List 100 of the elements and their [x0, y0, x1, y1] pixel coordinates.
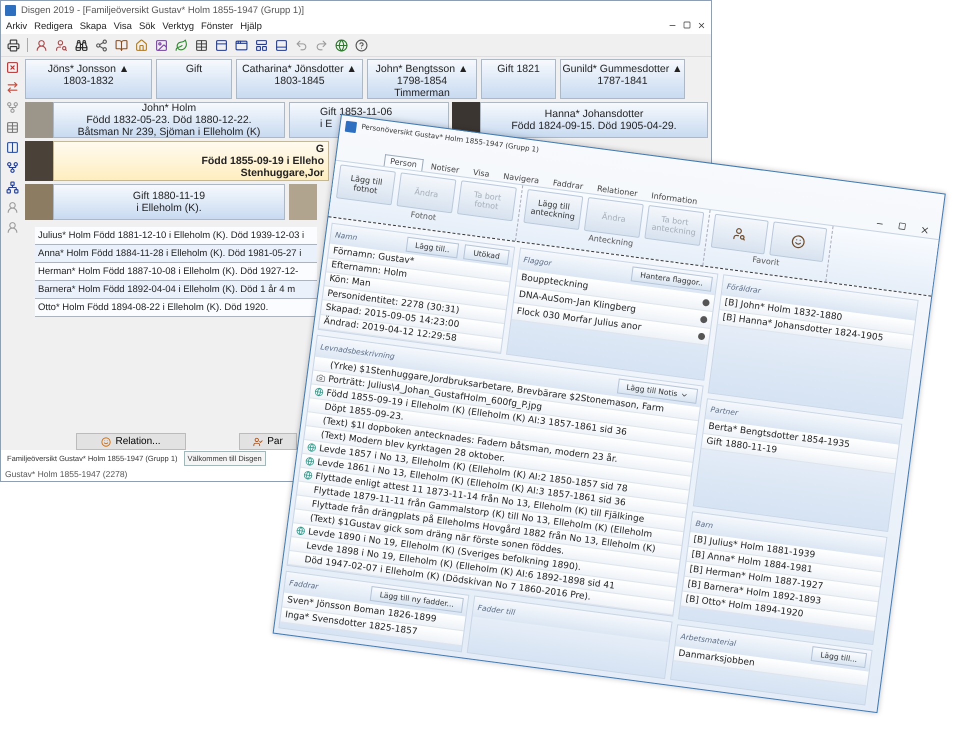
- ribbon-tab[interactable]: Visa: [466, 165, 496, 181]
- home-icon[interactable]: [135, 38, 148, 52]
- app-icon: [344, 120, 358, 134]
- menu-item[interactable]: Sök: [138, 21, 156, 32]
- window-icon[interactable]: [235, 38, 248, 52]
- binoculars-icon[interactable]: [75, 38, 88, 52]
- person-text: Gift 1821: [497, 63, 540, 75]
- mother-card[interactable]: Hanna* Johansdotter Född 1824-09-15. Död 1905-04-29.: [480, 102, 708, 138]
- grandparent-card[interactable]: Gift: [156, 59, 232, 99]
- menu-item[interactable]: Skapa: [80, 21, 107, 32]
- person-text: Gift: [186, 63, 202, 75]
- person-icon: [253, 436, 264, 446]
- picture-icon[interactable]: [155, 38, 168, 52]
- help-icon[interactable]: [355, 38, 368, 52]
- camera-icon: [316, 373, 326, 384]
- layout-icon[interactable]: [255, 38, 268, 52]
- child-entry[interactable]: Barnera* Holm Född 1892-04-04 i Elleholm (K). Död 1 år 4 m: [35, 281, 317, 299]
- photo-placeholder: [25, 102, 53, 138]
- ribbon-button[interactable]: Lägg till fotnot: [336, 164, 396, 206]
- person-text: Stenhuggare,Jor: [240, 167, 324, 179]
- person-text: Född 1824-09-15. Död 1905-04-29.: [511, 120, 677, 132]
- maximize-icon[interactable]: [898, 221, 907, 230]
- person-search-icon[interactable]: [55, 38, 68, 52]
- person-text: Gift 1880-11-19: [132, 190, 206, 202]
- close-icon[interactable]: [697, 21, 706, 30]
- menu-item[interactable]: Fönster: [201, 21, 234, 32]
- printer-icon[interactable]: [7, 38, 20, 52]
- ribbon-button[interactable]: Lägg till anteckning: [523, 189, 584, 230]
- globe-icon: [314, 386, 324, 398]
- person-text: 1798-1854: [396, 75, 448, 87]
- face-icon: [101, 436, 112, 446]
- person-text: John* Holm: [142, 102, 196, 114]
- share-icon[interactable]: [95, 38, 108, 52]
- grid-icon[interactable]: [6, 121, 18, 134]
- menu-item[interactable]: Arkiv: [6, 21, 28, 32]
- group-label: Favorit: [752, 255, 780, 268]
- menu-item[interactable]: Redigera: [34, 21, 73, 32]
- child-entry[interactable]: Julius* Holm Född 1881-12-10 i Elleholm (K). Död 1939-12-03 i: [35, 227, 317, 245]
- columns-icon[interactable]: [6, 141, 18, 154]
- menu-item[interactable]: Verktyg: [162, 21, 194, 32]
- globe-icon: [304, 456, 315, 466]
- globe-icon: [306, 442, 317, 453]
- network-icon[interactable]: [6, 181, 18, 194]
- grandparent-card[interactable]: Jöns* Jonsson ▲ 1803-1832: [25, 59, 152, 99]
- photo-placeholder: [25, 184, 53, 220]
- swap-icon[interactable]: [6, 81, 18, 94]
- child-entry[interactable]: Herman* Holm Född 1887-10-08 i Elleholm (K). Död 1927-12-: [35, 263, 317, 281]
- person-text: Jöns* Jonsson ▲: [48, 63, 130, 75]
- layout-icon[interactable]: [275, 38, 288, 52]
- grandparent-card[interactable]: Catharina* Jönsdotter ▲ 1803-1845: [236, 59, 363, 99]
- relation-button[interactable]: Par: [239, 433, 297, 450]
- grandparent-card[interactable]: Gunild* Gummesdotter ▲ 1787-1841: [560, 59, 685, 99]
- child-entry[interactable]: Otto* Holm Född 1894-08-22 i Elleholm (K). Död 1920.: [35, 299, 317, 317]
- person-text: 1803-1845: [274, 75, 325, 87]
- dot-icon: [700, 315, 708, 324]
- ribbon-tab[interactable]: Person: [384, 154, 424, 172]
- person-text: G: [316, 143, 324, 155]
- photo-placeholder: [289, 184, 317, 220]
- person-text: John* Bengtsson ▲: [376, 63, 468, 75]
- restore-icon[interactable]: [683, 21, 691, 29]
- person-text: Gunild* Gummesdotter ▲: [562, 63, 683, 75]
- marriage-card[interactable]: Gift 1880-11-19 i Elleholm (K).: [53, 184, 285, 220]
- book-icon[interactable]: [115, 38, 128, 52]
- person-text: i E: [320, 118, 332, 130]
- father-card[interactable]: John* Holm Född 1832-05-23. Död 1880-12-22. Båtsman Nr 239, Sjöman i Elleholm (K): [53, 102, 285, 138]
- globe-icon: [296, 526, 306, 536]
- main-person-card[interactable]: G Född 1855-09-19 i Elleho Stenhuggare,Jor: [53, 141, 329, 181]
- globe-icon[interactable]: [335, 38, 348, 52]
- child-entry[interactable]: Anna* Holm Född 1884-11-28 i Elleholm (K). Död 1981-05-27 i: [35, 245, 317, 263]
- photo-placeholder: [25, 141, 53, 181]
- layout-icon[interactable]: [215, 38, 228, 52]
- person-text: Timmerman: [394, 87, 450, 99]
- fork-icon[interactable]: [6, 161, 18, 174]
- person-search-icon: [732, 226, 748, 242]
- close-icon[interactable]: [919, 224, 930, 236]
- person-text: i Elleholm (K).: [136, 202, 202, 214]
- leaf-icon[interactable]: [175, 38, 188, 52]
- menu-item[interactable]: Hjälp: [240, 21, 262, 32]
- close-square-icon[interactable]: [6, 61, 18, 74]
- name-field: Kön: Man: [328, 274, 372, 290]
- relation-button[interactable]: Relation...: [76, 433, 186, 450]
- globe-icon: [303, 470, 314, 480]
- person-text: Gift 1853-11-06: [320, 106, 392, 118]
- person-text: Född 1832-05-23. Död 1880-12-22.: [86, 114, 252, 126]
- dot-icon: [698, 332, 706, 340]
- app-icon: [5, 4, 16, 16]
- grandparent-card[interactable]: John* Bengtsson ▲ 1798-1854 Timmerman: [367, 59, 477, 99]
- person-text: Född 1855-09-19 i Elleho: [201, 155, 324, 167]
- face-icon: [790, 234, 806, 250]
- person-text: Båtsman Nr 239, Sjöman i Elleholm (K): [78, 126, 260, 138]
- grandparent-card[interactable]: Gift 1821: [481, 59, 556, 99]
- relation-entry[interactable]: Gift 1880-11-19: [706, 436, 778, 456]
- person-text: Catharina* Jönsdotter ▲: [242, 63, 357, 75]
- person-text: 1787-1841: [597, 75, 648, 87]
- person-icon[interactable]: [35, 38, 48, 52]
- dot-icon: [702, 298, 710, 306]
- menu-item[interactable]: Visa: [114, 21, 132, 32]
- person-text: 1803-1832: [63, 75, 114, 87]
- person-text: Hanna* Johansdotter: [544, 108, 644, 120]
- table-icon[interactable]: [195, 38, 208, 52]
